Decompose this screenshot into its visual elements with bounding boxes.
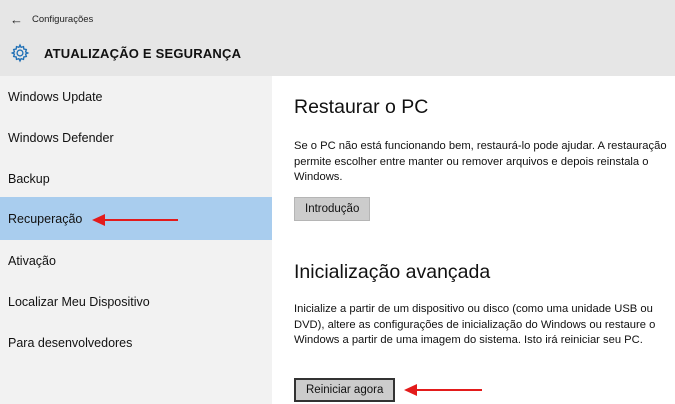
gear-icon xyxy=(10,43,30,63)
reset-description: Se o PC não está funcionando bem, restau… xyxy=(294,140,667,183)
app-title: Configurações xyxy=(32,13,94,25)
back-arrow-icon[interactable]: ← xyxy=(10,12,32,27)
main-content: Restaurar o PC Se o PC não está funciona… xyxy=(272,76,675,404)
advanced-startup-description: Inicialize a partir de um dispositivo ou… xyxy=(294,303,656,346)
sidebar: Windows Update Windows Defender Backup R… xyxy=(0,76,272,404)
title-row: ← Configurações xyxy=(10,10,93,28)
section-title: ATUALIZAÇÃO E SEGURANÇA xyxy=(44,45,242,61)
sidebar-item-backup[interactable]: Backup xyxy=(0,158,272,199)
get-started-button[interactable]: Introdução xyxy=(294,197,371,221)
sidebar-item-windows-update[interactable]: Windows Update xyxy=(0,76,272,117)
sidebar-item-desenvolvedores[interactable]: Para desenvolvedores xyxy=(0,322,272,363)
sidebar-item-windows-defender[interactable]: Windows Defender xyxy=(0,117,272,158)
restart-now-button[interactable]: Reiniciar agora xyxy=(294,378,396,402)
section-header: ATUALIZAÇÃO E SEGURANÇA xyxy=(10,42,241,64)
sidebar-item-ativacao[interactable]: Ativação xyxy=(0,240,272,281)
annotation-arrow-icon xyxy=(404,384,482,396)
sidebar-item-localizar-dispositivo[interactable]: Localizar Meu Dispositivo xyxy=(0,281,272,322)
reset-section-title: Restaurar o PC xyxy=(294,96,429,118)
header-bar: ← Configurações ATUALIZAÇÃO E SEGURANÇA xyxy=(0,0,675,76)
annotation-arrow-icon xyxy=(92,214,178,226)
advanced-startup-title: Inicialização avançada xyxy=(294,261,491,283)
